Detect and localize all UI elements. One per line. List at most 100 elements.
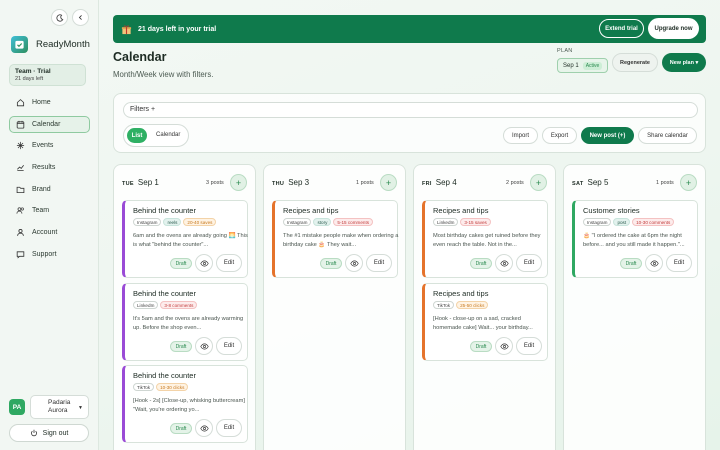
eye-icon [349,260,359,266]
post-count: 2 posts [506,180,524,186]
status-badge: Draft [470,258,492,269]
user-icon [17,229,24,237]
sidebar-item-label: Events [32,142,54,150]
format-tag: reels [163,218,182,226]
sidebar-item-label: Account [32,229,58,237]
eye-icon [199,425,209,431]
day-column: FRI Sep 4 2 posts + Recipes and tips LinkedIn… [413,164,556,450]
post-title: Behind the counter [133,206,196,215]
edit-button[interactable]: Edit [516,254,542,272]
add-post-button[interactable]: + [380,174,397,191]
edit-button[interactable]: Edit [216,254,242,272]
upgrade-now-button[interactable]: Upgrade now [648,18,699,39]
app-logo [11,36,28,53]
edit-button[interactable]: Edit [666,254,692,272]
sidebar-item-events[interactable]: Events [9,137,90,154]
post-card[interactable]: Behind the counter LinkedIn 3-8 comments It… [122,283,248,361]
column-header: TUE Sep 1 [122,178,159,187]
export-button[interactable]: Export [542,127,577,144]
page-subtitle: Month/Week view with filters. [113,70,214,79]
post-tags: TikTok 10-30 clicks [133,383,247,393]
new-post-button[interactable]: New post (+) [581,127,634,144]
engagement-tag: 10-30 clicks [156,383,189,391]
post-count: 3 posts [206,180,224,186]
sidebar-item-calendar[interactable]: Calendar [9,115,90,133]
sidebar-item-account[interactable]: Account [9,224,90,241]
platform-tag: TikTok [433,301,455,309]
plus-icon: + [235,177,242,188]
preview-button[interactable] [495,254,513,272]
workspace-select[interactable]: Padaria Aurora ▼ [30,395,89,419]
sidebar-item-results[interactable]: Results [9,159,90,176]
preview-button[interactable] [645,254,663,272]
sign-out-button[interactable]: Sign out [9,424,89,442]
sidebar-item-label: Brand [32,185,51,193]
column-date: Sep 3 [288,178,310,187]
post-card[interactable]: Recipes and tips LinkedIn 3-15 saves Most b… [422,200,548,278]
post-card[interactable]: Recipes and tips Instagram story 5-15 comme… [272,200,398,278]
plus-icon: + [685,177,692,188]
regenerate-button[interactable]: Regenerate [612,53,658,72]
post-card[interactable]: Behind the counter TikTok 10-30 clicks [Hoo… [122,365,248,443]
collapse-sidebar-button[interactable] [72,9,89,26]
preview-button[interactable] [195,419,213,437]
list-view-button[interactable]: List [127,128,147,143]
new-plan-button[interactable]: New plan ▾ [662,53,706,72]
calendar-view-button[interactable]: Calendar [156,132,180,138]
preview-button[interactable] [345,254,363,272]
view-toggle: List Calendar [123,124,189,147]
home-icon [16,99,25,107]
engagement-tag: 20-40 saves [183,218,217,226]
engagement-tag: 25-50 clicks [456,301,489,309]
preview-button[interactable] [195,254,213,272]
eye-icon [199,343,209,349]
post-card[interactable]: Customer stories Instagram post 10-30 comme… [572,200,698,278]
platform-tag: LinkedIn [433,218,459,226]
sparkle-icon [16,142,25,150]
edit-button[interactable]: Edit [216,419,242,437]
theme-toggle-button[interactable] [51,9,68,26]
post-card[interactable]: Behind the counter Instagram reels 20-40 sa… [122,200,248,278]
post-tags: TikTok 25-50 clicks [433,301,547,311]
extend-trial-button[interactable]: Extend trial [599,19,644,38]
post-title: Recipes and tips [283,206,339,215]
add-post-button[interactable]: + [530,174,547,191]
day-of-week: FRI [422,181,432,187]
post-tags: LinkedIn 3-15 saves [433,218,547,228]
platform-tag: Instagram [133,218,162,226]
status-badge: Draft [620,258,642,269]
post-title: Customer stories [583,206,640,215]
sidebar-item-home[interactable]: Home [9,94,90,111]
format-tag: post [613,218,631,226]
plan-selector[interactable]: Sep 1 Active [557,58,608,73]
preview-button[interactable] [495,337,513,355]
folder-icon [16,186,25,193]
chart-icon [17,165,24,172]
brand-name: ReadyMonth [36,39,90,50]
sidebar-item-label: Calendar [32,120,61,128]
sidebar-item-team[interactable]: Team [9,202,90,219]
preview-button[interactable] [195,337,213,355]
sidebar-item-support[interactable]: Support [9,246,90,263]
platform-tag: LinkedIn [133,301,159,309]
chevron-left-icon [78,15,82,20]
post-count: 1 posts [656,180,674,186]
eye-icon [649,260,659,266]
toolbar-panel: Filters + List Calendar Import Export Ne… [113,93,706,153]
sidebar-nav: Home Calendar Events Results Brand Team … [9,94,90,268]
platform-tag: TikTok [133,383,155,391]
sidebar-item-brand[interactable]: Brand [9,181,90,198]
edit-button[interactable]: Edit [366,254,392,272]
add-post-button[interactable]: + [230,174,247,191]
post-preview: Most birthday cakes get ruined before th… [433,233,541,248]
trial-banner-text: 21 days left in your trial [138,25,217,33]
edit-button[interactable]: Edit [516,337,542,355]
add-post-button[interactable]: + [680,174,697,191]
import-button[interactable]: Import [503,127,538,144]
edit-button[interactable]: Edit [216,337,242,355]
filters-bar[interactable]: Filters + [123,102,698,118]
users-icon [16,207,24,215]
post-card[interactable]: Recipes and tips TikTok 25-50 clicks [Hook … [422,283,548,361]
team-status-card: Team · Trial 21 days left [9,64,86,86]
share-calendar-button[interactable]: Share calendar [638,127,697,144]
